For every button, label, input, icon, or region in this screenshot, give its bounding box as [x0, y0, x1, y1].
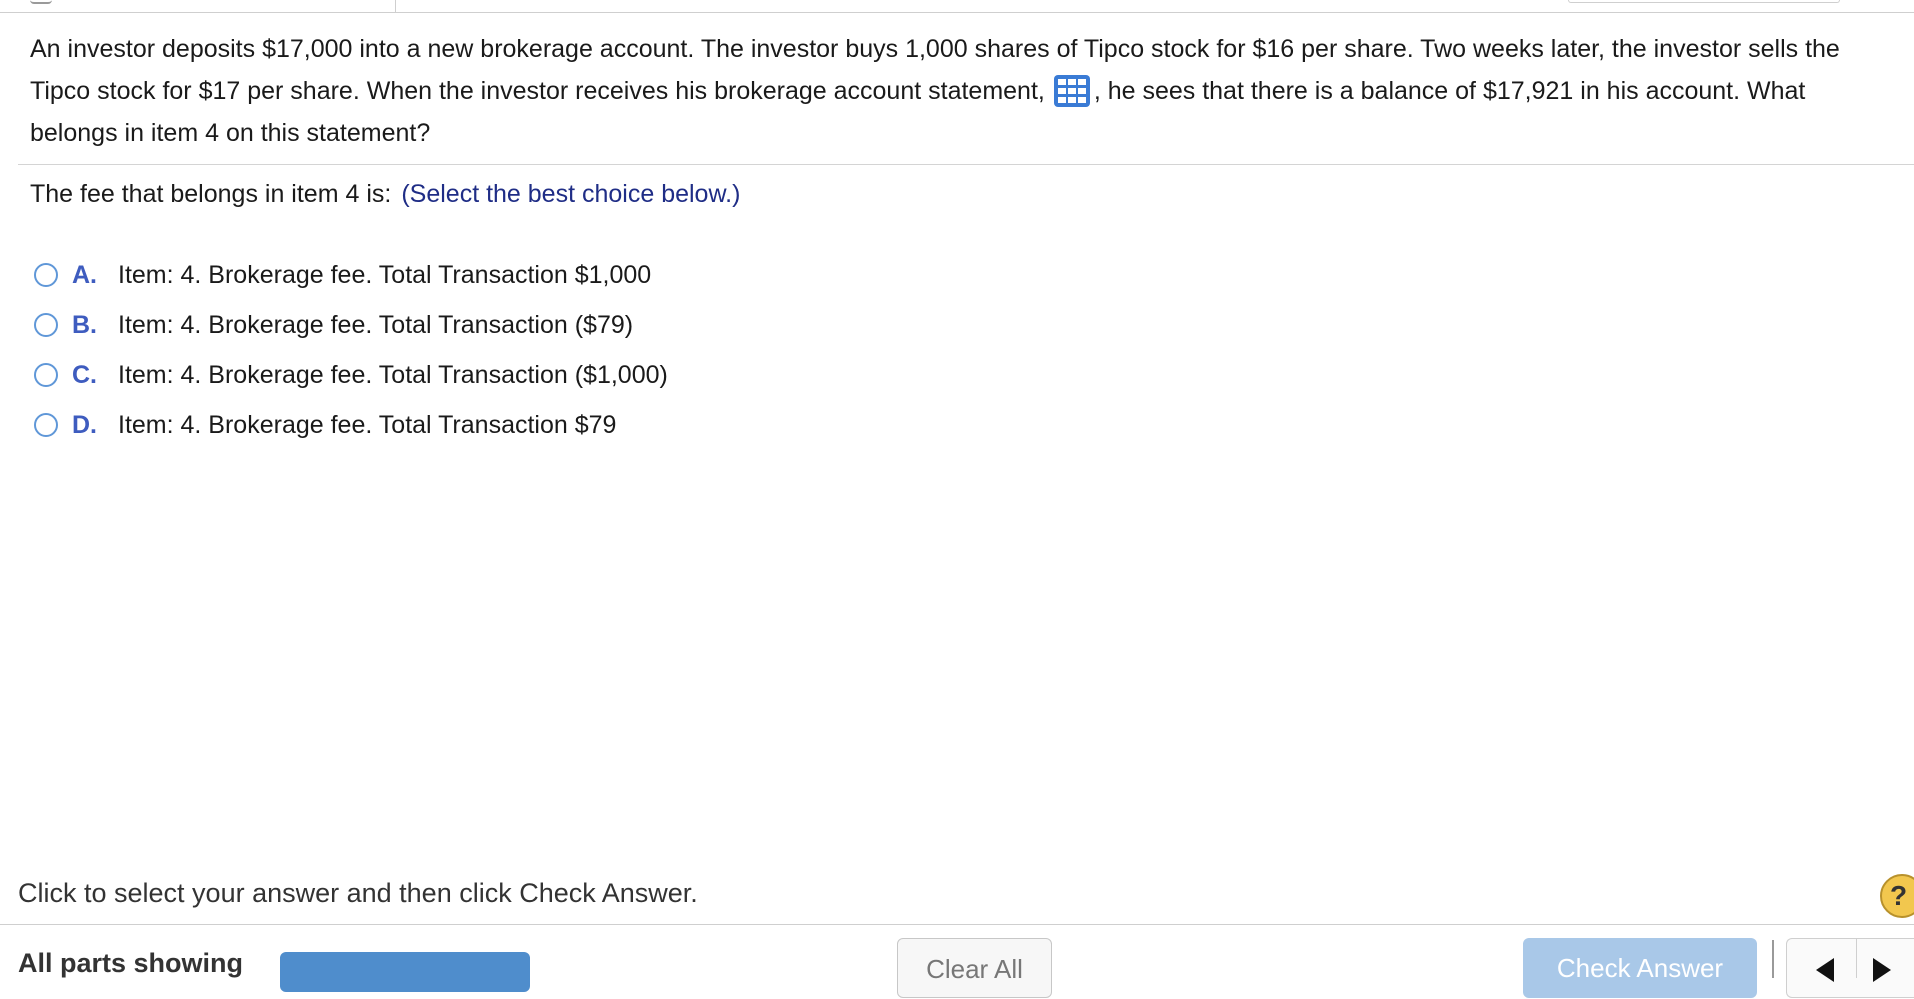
- prompt-instruction: (Select the best choice below.): [401, 180, 741, 208]
- top-tab-fragment: [1568, 0, 1840, 3]
- parts-progress-bar: [280, 952, 530, 992]
- check-answer-button[interactable]: Check Answer: [1523, 938, 1757, 998]
- next-button[interactable]: [1856, 938, 1907, 982]
- top-toolbar-fragment: [30, 0, 52, 4]
- choice-a-text: Item: 4. Brokerage fee. Total Transactio…: [118, 260, 652, 289]
- question-text: An investor deposits $17,000 into a new …: [30, 28, 1890, 154]
- top-divider: [0, 12, 1914, 13]
- choice-c-letter: C.: [72, 360, 97, 389]
- answer-prompt: The fee that belongs in item 4 is: (Selec…: [30, 176, 740, 212]
- choice-a[interactable]: A. Item: 4. Brokerage fee. Total Transac…: [30, 250, 930, 300]
- clear-all-button[interactable]: Clear All: [897, 938, 1052, 998]
- choice-d-radio[interactable]: [34, 413, 58, 437]
- arrow-right-icon: [1873, 958, 1891, 982]
- choice-b[interactable]: B. Item: 4. Brokerage fee. Total Transac…: [30, 300, 930, 350]
- footer-divider: [0, 924, 1914, 925]
- arrow-left-icon: [1816, 958, 1834, 982]
- choice-b-text: Item: 4. Brokerage fee. Total Transactio…: [118, 310, 634, 339]
- question-divider: [18, 164, 1914, 165]
- help-icon[interactable]: ?: [1880, 874, 1914, 918]
- answer-choices: A. Item: 4. Brokerage fee. Total Transac…: [30, 250, 930, 450]
- top-divider-stub: [395, 0, 396, 12]
- previous-button[interactable]: [1800, 938, 1850, 982]
- footer-hint: Click to select your answer and then cli…: [18, 878, 698, 908]
- choice-d-letter: D.: [72, 410, 97, 439]
- choice-d[interactable]: D. Item: 4. Brokerage fee. Total Transac…: [30, 400, 930, 450]
- choice-a-letter: A.: [72, 260, 97, 289]
- choice-b-letter: B.: [72, 310, 97, 339]
- choice-c[interactable]: C. Item: 4. Brokerage fee. Total Transac…: [30, 350, 930, 400]
- choice-b-radio[interactable]: [34, 313, 58, 337]
- choice-d-text: Item: 4. Brokerage fee. Total Transactio…: [118, 410, 617, 439]
- table-icon[interactable]: [1053, 75, 1090, 107]
- prompt-label: The fee that belongs in item 4 is:: [30, 180, 392, 208]
- choice-c-radio[interactable]: [34, 363, 58, 387]
- choice-a-radio[interactable]: [34, 263, 58, 287]
- nav-separator: [1772, 940, 1774, 978]
- choice-c-text: Item: 4. Brokerage fee. Total Transactio…: [118, 360, 668, 389]
- parts-showing-label: All parts showing: [18, 948, 244, 978]
